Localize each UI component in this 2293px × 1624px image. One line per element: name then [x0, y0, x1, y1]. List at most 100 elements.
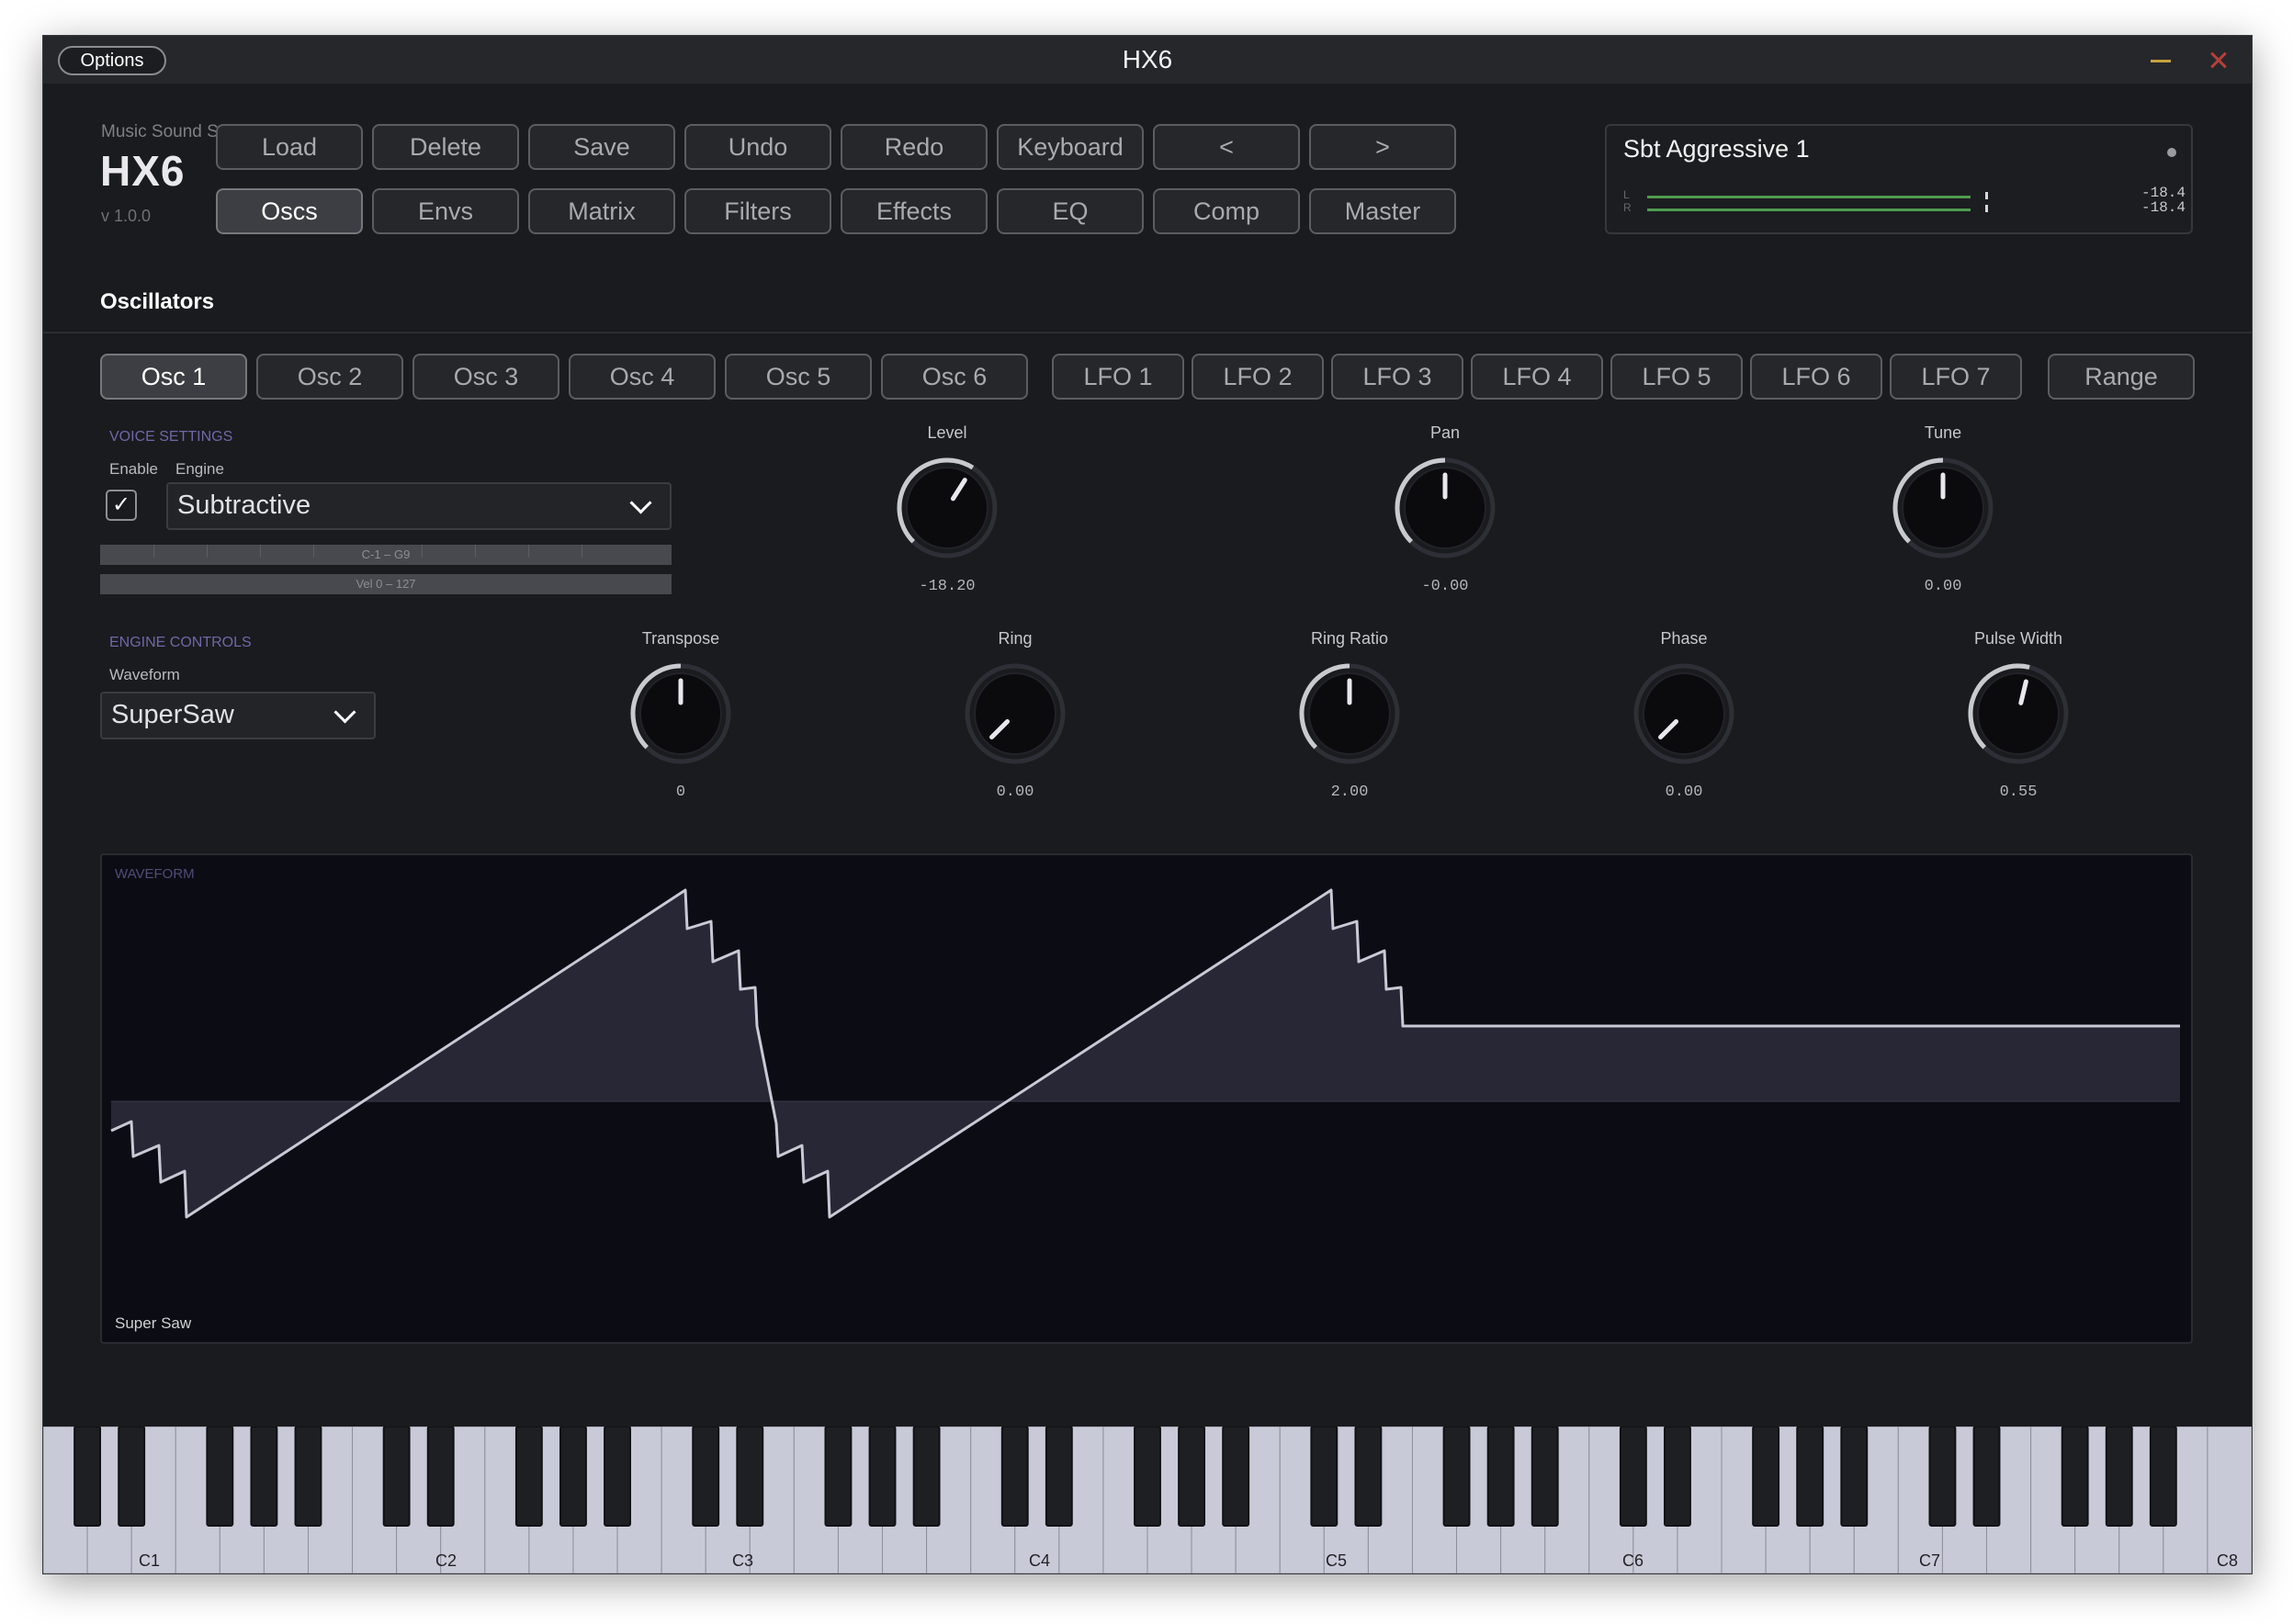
range-tick: [260, 545, 261, 558]
ring-ratio-value: 2.00: [1330, 784, 1369, 801]
black-key: [1222, 1427, 1250, 1527]
black-key: [912, 1427, 941, 1527]
nav-oscs-button[interactable]: Oscs: [216, 188, 363, 234]
preset-display[interactable]: Sbt Aggressive 1 L R -18.4 -18.4: [1605, 124, 2193, 234]
tab-osc-2[interactable]: Osc 2: [256, 354, 403, 400]
ring-ratio-label: Ring Ratio: [1310, 629, 1389, 648]
black-key: [1310, 1427, 1339, 1527]
ring-knob[interactable]: [960, 659, 1070, 769]
transpose-knob[interactable]: [626, 659, 736, 769]
pan-label: Pan: [1429, 423, 1461, 442]
next-preset-button[interactable]: >: [1309, 124, 1456, 170]
octave-label-c8: C8: [2217, 1551, 2239, 1570]
tab-osc-5[interactable]: Osc 5: [725, 354, 872, 400]
pan-knob[interactable]: [1390, 453, 1500, 563]
tab-osc-4[interactable]: Osc 4: [569, 354, 716, 400]
chevron-down-icon: [333, 701, 356, 724]
meter-left-peak: [1985, 192, 1988, 199]
nav-master-button[interactable]: Master: [1309, 188, 1456, 234]
tab-lfo-5[interactable]: LFO 5: [1610, 354, 1743, 400]
prev-preset-button[interactable]: <: [1153, 124, 1300, 170]
black-key: [1354, 1427, 1383, 1527]
key-range-text: C-1 – G9: [361, 547, 411, 561]
engine-dropdown[interactable]: Subtractive: [166, 482, 672, 530]
octave-label-c6: C6: [1622, 1551, 1644, 1570]
nav-matrix-button[interactable]: Matrix: [528, 188, 675, 234]
tab-osc-6[interactable]: Osc 6: [881, 354, 1028, 400]
nav-effects-button[interactable]: Effects: [841, 188, 988, 234]
black-key: [1840, 1427, 1869, 1527]
load-button[interactable]: Load: [216, 124, 363, 170]
key-range-bar[interactable]: C-1 – G9: [100, 545, 672, 565]
black-key: [206, 1427, 234, 1527]
tab-lfo-1[interactable]: LFO 1: [1052, 354, 1184, 400]
level-knob[interactable]: [892, 453, 1002, 563]
range-tick: [313, 545, 314, 558]
black-key: [514, 1427, 543, 1527]
knob-body: [974, 672, 1056, 755]
tab-osc-3[interactable]: Osc 3: [412, 354, 559, 400]
black-key: [2149, 1427, 2177, 1527]
tab-lfo-7[interactable]: LFO 7: [1890, 354, 2022, 400]
meter-left-label: L: [1623, 188, 1630, 201]
waveform-display: WAVEFORM Super Saw: [100, 853, 2193, 1344]
piano-keyboard[interactable]: C1 C2 C3 C4 C5 C6 C7 C8: [43, 1427, 2252, 1573]
tab-lfo-4[interactable]: LFO 4: [1471, 354, 1603, 400]
preset-name: Sbt Aggressive 1: [1623, 135, 1810, 163]
range-tick: [422, 545, 423, 558]
black-key: [1928, 1427, 1957, 1527]
phase-value: 0.00: [1665, 784, 1703, 801]
redo-button[interactable]: Redo: [841, 124, 988, 170]
black-key: [426, 1427, 455, 1527]
waveform-dropdown[interactable]: SuperSaw: [100, 692, 376, 739]
black-key: [1045, 1427, 1073, 1527]
knob-body: [906, 467, 988, 549]
tab-osc-1[interactable]: Osc 1: [100, 354, 247, 400]
save-button[interactable]: Save: [528, 124, 675, 170]
waveform-fill: [111, 890, 2180, 1217]
black-key: [604, 1427, 631, 1527]
phase-knob[interactable]: [1629, 659, 1739, 769]
meter-right-value: -18.4: [2141, 199, 2186, 216]
delete-button[interactable]: Delete: [372, 124, 519, 170]
waveform-title: WAVEFORM: [115, 866, 195, 882]
level-value: -18.20: [919, 578, 976, 595]
range-tick: [207, 545, 208, 558]
brand-logo: HX6: [100, 147, 186, 195]
tab-lfo-2[interactable]: LFO 2: [1192, 354, 1324, 400]
nav-comp-button[interactable]: Comp: [1153, 188, 1300, 234]
enable-checkbox[interactable]: ✓: [106, 490, 137, 521]
black-key: [294, 1427, 322, 1527]
minimize-icon[interactable]: [2151, 60, 2171, 62]
octave-label-c7: C7: [1919, 1551, 1941, 1570]
nav-envs-button[interactable]: Envs: [372, 188, 519, 234]
black-key: [1486, 1427, 1515, 1527]
nav-filters-button[interactable]: Filters: [684, 188, 831, 234]
transpose-label: Transpose: [641, 629, 720, 648]
keyboard-button[interactable]: Keyboard: [997, 124, 1144, 170]
waveform-dropdown-value: SuperSaw: [111, 700, 234, 729]
knob-body: [1643, 672, 1725, 755]
meter-right-peak: [1985, 205, 1988, 212]
waveform-caption: Super Saw: [115, 1314, 192, 1332]
pulse-width-knob[interactable]: [1963, 659, 2073, 769]
black-key: [1178, 1427, 1206, 1527]
tab-lfo-6[interactable]: LFO 6: [1750, 354, 1882, 400]
tab-lfo-3[interactable]: LFO 3: [1331, 354, 1463, 400]
octave-label-c5: C5: [1326, 1551, 1348, 1570]
black-key: [559, 1427, 587, 1527]
black-key: [250, 1427, 278, 1527]
close-icon[interactable]: [2204, 45, 2233, 74]
black-key: [1796, 1427, 1824, 1527]
options-button[interactable]: Options: [58, 46, 166, 75]
ring-ratio-knob[interactable]: [1294, 659, 1405, 769]
tab-range[interactable]: Range: [2048, 354, 2195, 400]
velocity-range-bar[interactable]: Vel 0 – 127: [100, 574, 672, 594]
engine-controls-title: ENGINE CONTROLS: [109, 635, 252, 650]
tune-knob[interactable]: [1888, 453, 1998, 563]
black-key: [736, 1427, 764, 1527]
nav-eq-button[interactable]: EQ: [997, 188, 1144, 234]
enable-label: Enable: [109, 460, 158, 478]
undo-button[interactable]: Undo: [684, 124, 831, 170]
brand-version: v 1.0.0: [101, 207, 152, 225]
